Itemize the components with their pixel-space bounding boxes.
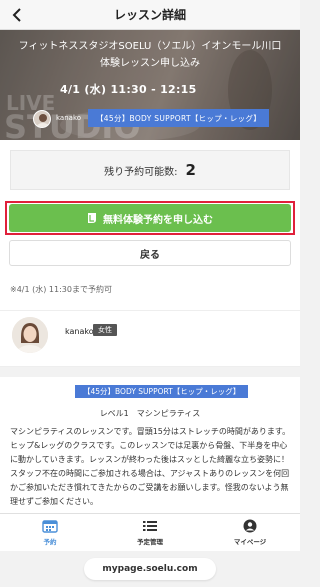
user-icon [243,519,257,533]
tab-label: 予定管理 [137,538,163,546]
lesson-datetime: 4/1 (水) 11:30 - 12:15 [60,83,197,96]
lesson-detail-page: レッスン詳細 LIVE STUDIO フィットネススタジオSOELU（ソエル）イ… [0,0,300,587]
tab-label: 予約 [43,538,57,546]
tab-mypage[interactable]: マイページ [200,514,300,551]
lesson-description: 【45分】BODY SUPPORT【ヒップ・レッグ】 レベル1 マシンピラティス… [0,377,300,513]
lesson-type-badge: 【45分】BODY SUPPORT【ヒップ・レッグ】 [88,109,270,127]
booking-card: 残り予約可能数: 2 無料体験予約を申し込む 戻る ※4/1 (水) 11:30… [0,140,300,310]
calendar-icon [42,520,58,533]
tab-schedule[interactable]: 予定管理 [100,514,200,551]
back-button-label: 戻る [140,249,160,261]
hero-subtitle: 体験レッスン申し込み [100,58,200,69]
instructor-avatar-small [33,110,51,128]
remaining-slots-label: 残り予約可能数: [104,166,178,178]
bottom-tab-bar: 予約 予定管理 マイページ [0,513,300,551]
description-lesson-badge: 【45分】BODY SUPPORT【ヒップ・レッグ】 [75,385,249,398]
instructor-name: kanako [65,327,94,336]
hero-instructor-name: kanako [56,114,82,122]
list-icon [143,521,157,531]
gender-badge: 女性 [93,324,117,336]
tab-reservation[interactable]: 予約 [0,514,100,551]
leaf-icon [88,213,96,223]
instructor-card[interactable]: kanako 女性 [0,310,300,367]
lesson-level: レベル1 マシンピラティス [99,409,201,418]
free-trial-booking-button[interactable]: 無料体験予約を申し込む [9,204,291,232]
remaining-slots-box: 残り予約可能数: 2 [10,150,290,190]
page-title: レッスン詳細 [113,8,186,22]
lesson-hero-banner: LIVE STUDIO フィットネススタジオSOELU（ソエル）イオンモール川口… [0,30,300,140]
chevron-left-icon [12,8,21,22]
back-chevron-button[interactable] [8,6,26,24]
navbar: レッスン詳細 [0,0,300,30]
back-button[interactable]: 戻る [9,240,291,266]
cta-label: 無料体験予約を申し込む [103,214,213,226]
instructor-portrait-icon [12,317,48,353]
instructor-photo [12,317,48,353]
studio-name: フィットネススタジオSOELU（ソエル）イオンモール川口 [18,41,282,52]
booking-deadline: ※4/1 (水) 11:30まで予約可 [10,285,112,294]
description-text: マシンピラティスのレッスンです。冒頭15分はストレッチの時間があります。ヒップ&… [10,427,291,506]
browser-url-bar: mypage.soelu.com [0,551,300,587]
tab-label: マイページ [233,538,267,546]
url-field[interactable]: mypage.soelu.com [84,558,216,580]
remaining-slots-value: 2 [185,161,196,179]
